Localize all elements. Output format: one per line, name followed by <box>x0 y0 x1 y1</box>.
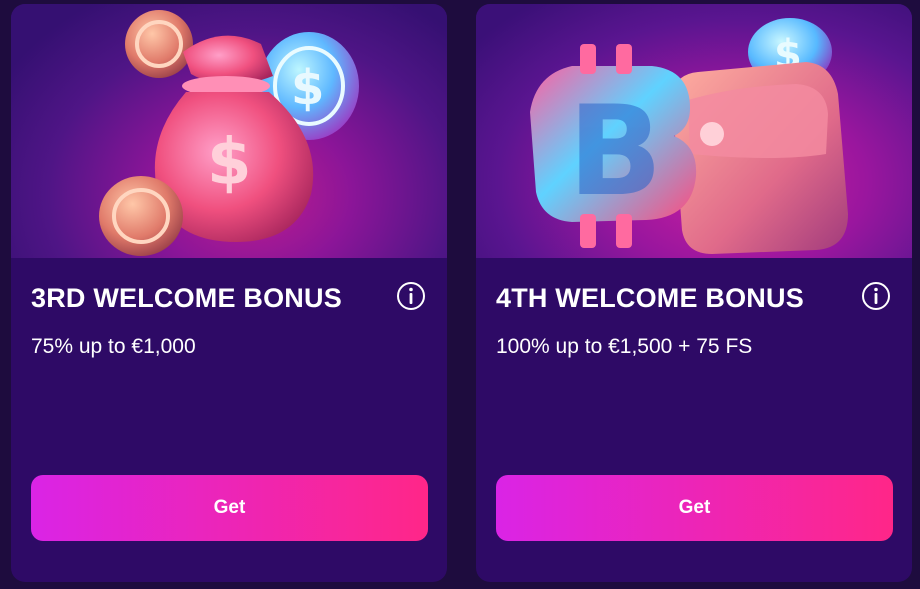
get-bonus-button[interactable]: Get <box>496 475 893 541</box>
bonus-title: 4TH WELCOME BONUS <box>496 283 804 313</box>
bitcoin-wallet-icon: $ B <box>530 18 848 254</box>
bonus-card-3rd: $ $ 3RD WELCOME BONUS 75% up to €1,000 G… <box>11 4 447 582</box>
get-bonus-button[interactable]: Get <box>31 475 428 541</box>
money-bag-illustration: $ $ <box>11 4 447 258</box>
bonus-title: 3RD WELCOME BONUS <box>31 283 342 313</box>
info-icon[interactable] <box>396 281 426 311</box>
info-icon[interactable] <box>861 281 891 311</box>
bonus-description: 100% up to €1,500 + 75 FS <box>496 335 753 358</box>
svg-text:$: $ <box>291 60 324 116</box>
bonus-card-4th: $ B 4TH WELCOME BONUS 100% up to €1,500 … <box>476 4 912 582</box>
bonus-description: 75% up to €1,000 <box>31 335 196 358</box>
bitcoin-wallet-illustration: $ B <box>476 4 912 258</box>
money-bag-icon: $ $ <box>99 10 359 256</box>
svg-text:B: B <box>568 80 663 224</box>
svg-text:$: $ <box>207 126 252 200</box>
